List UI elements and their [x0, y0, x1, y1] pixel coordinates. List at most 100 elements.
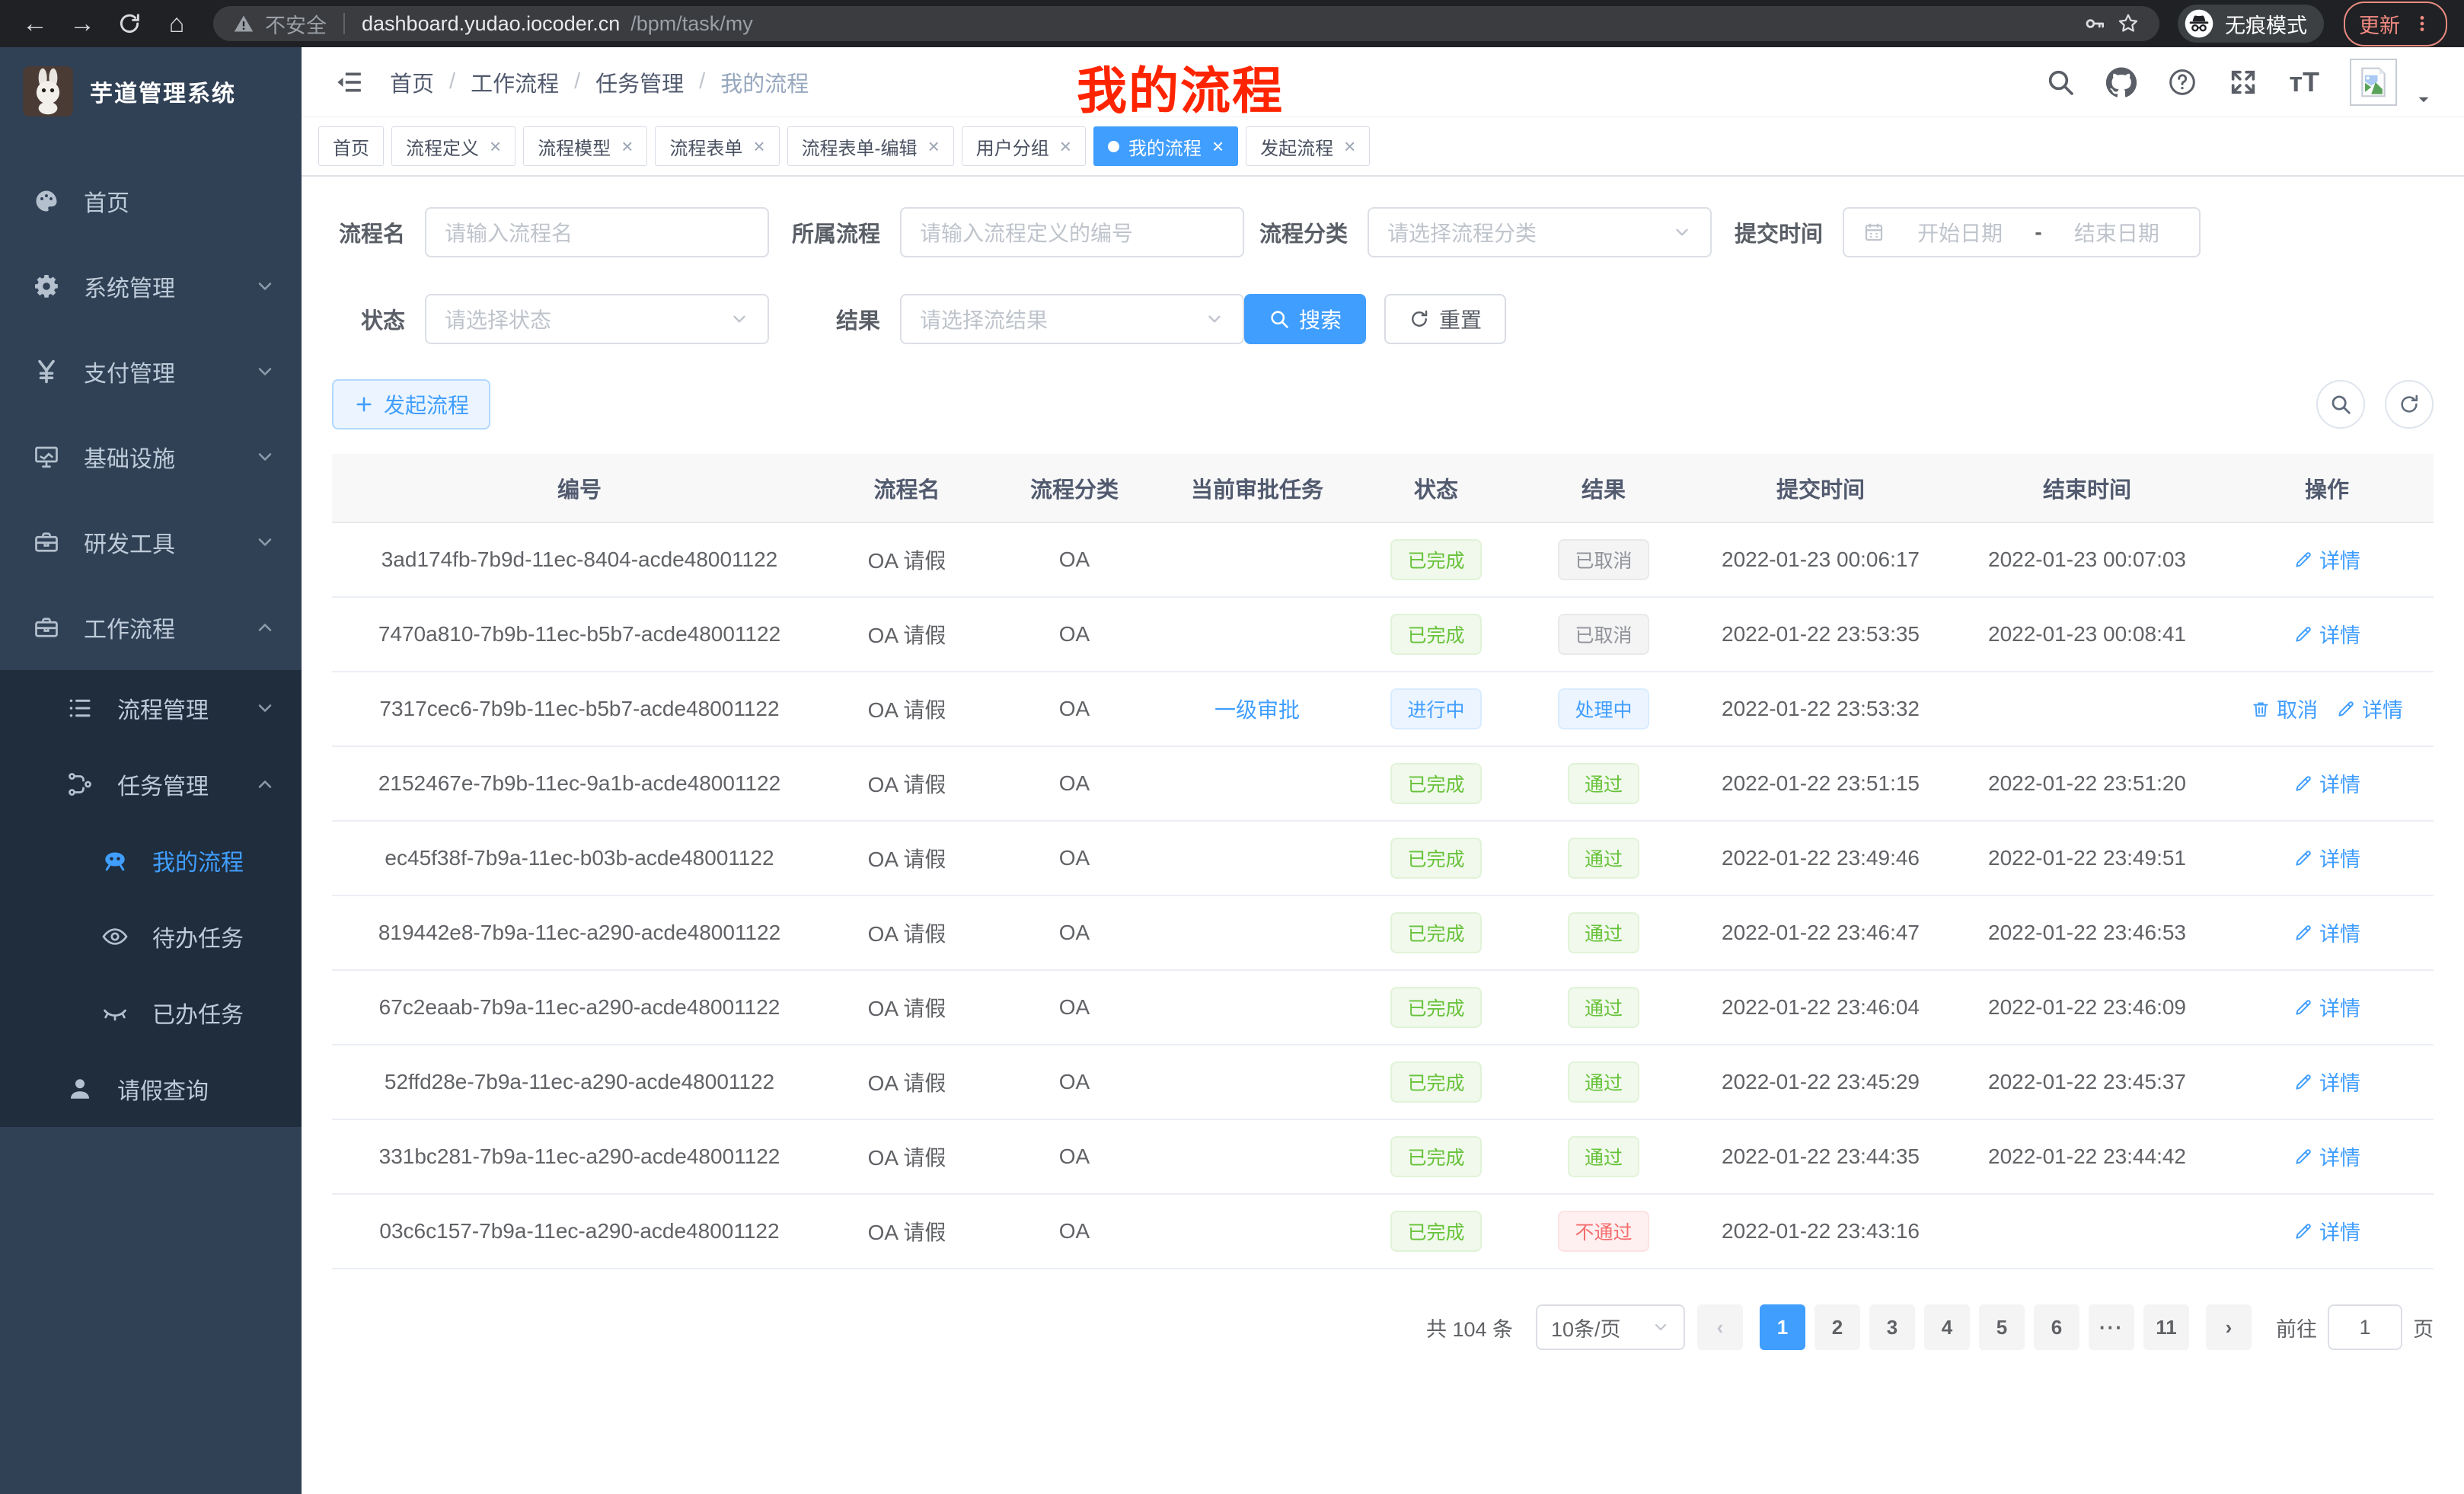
menu-dots-icon[interactable]: [2412, 14, 2432, 34]
tab-close-icon[interactable]: ×: [490, 135, 501, 158]
next-page-button[interactable]: ›: [2206, 1304, 2252, 1350]
sidebar-item-system[interactable]: 系统管理: [0, 244, 302, 329]
reset-button[interactable]: 重置: [1384, 294, 1506, 344]
font-size-icon[interactable]: ᴛT: [2289, 66, 2319, 98]
sidebar-logo-row[interactable]: 芋道管理系统: [0, 47, 302, 136]
cancel-link[interactable]: 取消: [2251, 694, 2318, 723]
edit-icon: [2293, 1147, 2313, 1167]
fullscreen-icon[interactable]: [2228, 67, 2258, 97]
chevron-up-icon: [254, 774, 276, 795]
active-tab-dot: [1108, 141, 1119, 152]
detail-link[interactable]: 详情: [2293, 544, 2360, 574]
sidebar-item-task-mgmt[interactable]: 任务管理: [0, 746, 302, 822]
detail-link[interactable]: 详情: [2336, 694, 2403, 723]
search-button[interactable]: 搜索: [1244, 294, 1366, 344]
address-bar[interactable]: 不安全 dashboard.yudao.iocoder.cn/bpm/task/…: [213, 6, 2159, 41]
sidebar-item-my-process[interactable]: 我的流程: [0, 822, 302, 899]
sidebar-item-devtools[interactable]: 研发工具: [0, 500, 302, 585]
page-button-6[interactable]: 6: [2034, 1304, 2079, 1350]
tab-5[interactable]: 用户分组×: [962, 126, 1086, 166]
tab-close-icon[interactable]: ×: [753, 135, 764, 158]
tab-close-icon[interactable]: ×: [1212, 135, 1224, 158]
page-size-select[interactable]: 10条/页: [1536, 1304, 1685, 1350]
key-icon[interactable]: [2083, 12, 2106, 35]
column-header: 提交时间: [1687, 454, 1954, 522]
tab-close-icon[interactable]: ×: [1344, 135, 1355, 158]
status-select[interactable]: 请选择状态: [425, 294, 769, 344]
tab-close-icon[interactable]: ×: [621, 135, 633, 158]
cell-status: 已完成: [1352, 970, 1520, 1045]
update-chrome-button[interactable]: 更新: [2344, 2, 2447, 46]
prev-page-button[interactable]: ‹: [1697, 1304, 1743, 1350]
sidebar-item-todo-task[interactable]: 待办任务: [0, 899, 302, 975]
breadcrumb-workflow[interactable]: 工作流程: [471, 66, 559, 98]
sidebar-item-process-mgmt[interactable]: 流程管理: [0, 670, 302, 746]
link-label: 取消: [2277, 694, 2318, 723]
status-badge: 已完成: [1390, 1136, 1481, 1177]
sidebar-item-workflow[interactable]: 工作流程: [0, 585, 302, 670]
detail-link[interactable]: 详情: [2293, 768, 2360, 798]
toggle-search-button[interactable]: [2316, 380, 2365, 429]
column-header: 状态: [1352, 454, 1520, 522]
page-button-5[interactable]: 5: [1979, 1304, 2025, 1350]
detail-link[interactable]: 详情: [2293, 1216, 2360, 1246]
detail-link[interactable]: 详情: [2293, 843, 2360, 873]
breadcrumb-separator: /: [574, 69, 580, 94]
tab-3[interactable]: 流程表单×: [655, 126, 779, 166]
column-header: 结束时间: [1954, 454, 2220, 522]
tab-4[interactable]: 流程表单-编辑×: [787, 126, 954, 166]
current-task-link[interactable]: 一级审批: [1214, 698, 1300, 722]
table-row: 67c2eaab-7b9a-11ec-a290-acde48001122OA 请…: [332, 970, 2434, 1045]
tab-close-icon[interactable]: ×: [1060, 135, 1071, 158]
avatar[interactable]: [2350, 59, 2397, 106]
forward-icon[interactable]: →: [64, 5, 101, 42]
process-name-input[interactable]: 请输入流程名: [425, 207, 769, 257]
search-icon[interactable]: [2045, 67, 2076, 97]
goto-suffix: 页: [2413, 1313, 2434, 1342]
filter-form: 流程名 请输入流程名 所属流程 请输入流程定义的编号 流程分类 请选择流程分类 …: [332, 207, 2434, 344]
result-badge: 通过: [1568, 1136, 1639, 1177]
refresh-table-button[interactable]: [2385, 380, 2434, 429]
detail-link[interactable]: 详情: [2293, 619, 2360, 649]
help-icon[interactable]: [2167, 67, 2197, 97]
sidebar-item-infrastructure[interactable]: 基础设施: [0, 414, 302, 500]
page-button-4[interactable]: 4: [1924, 1304, 1970, 1350]
tab-6[interactable]: 我的流程×: [1093, 126, 1238, 166]
browser-chrome: ← → ⌂ 不安全 dashboard.yudao.iocoder.cn/bpm…: [0, 0, 2464, 47]
sidebar-item-home[interactable]: 首页: [0, 158, 302, 244]
page-button-1[interactable]: 1: [1760, 1304, 1805, 1350]
tab-2[interactable]: 流程模型×: [523, 126, 647, 166]
page-button-3[interactable]: 3: [1869, 1304, 1915, 1350]
breadcrumb-home[interactable]: 首页: [390, 66, 434, 98]
cell-process-name: OA 请假: [827, 895, 987, 970]
sidebar-toggle-icon[interactable]: [334, 67, 364, 97]
tab-1[interactable]: 流程定义×: [391, 126, 515, 166]
tab-7[interactable]: 发起流程×: [1246, 126, 1370, 166]
sidebar-item-done-task[interactable]: 已办任务: [0, 975, 302, 1051]
detail-link[interactable]: 详情: [2293, 992, 2360, 1022]
tab-0[interactable]: 首页: [318, 126, 384, 166]
bookmark-star-icon[interactable]: [2117, 12, 2140, 35]
reload-icon[interactable]: [111, 5, 148, 42]
create-process-button[interactable]: 发起流程: [332, 379, 490, 429]
cell-current-task: [1162, 970, 1352, 1045]
detail-link[interactable]: 详情: [2293, 1067, 2360, 1097]
back-icon[interactable]: ←: [17, 5, 53, 42]
submit-time-range-picker[interactable]: 开始日期 - 结束日期: [1843, 207, 2201, 257]
sidebar-item-payment[interactable]: 支付管理: [0, 329, 302, 414]
home-icon[interactable]: ⌂: [158, 5, 195, 42]
detail-link[interactable]: 详情: [2293, 1141, 2360, 1171]
sidebar-item-leave-query[interactable]: 请假查询: [0, 1051, 302, 1127]
tab-close-icon[interactable]: ×: [928, 135, 940, 158]
table-row: 52ffd28e-7b9a-11ec-a290-acde48001122OA 请…: [332, 1045, 2434, 1119]
detail-link[interactable]: 详情: [2293, 918, 2360, 947]
github-icon[interactable]: [2106, 67, 2137, 97]
category-select[interactable]: 请选择流程分类: [1368, 207, 1712, 257]
avatar-caret-icon[interactable]: [2415, 91, 2432, 108]
page-button-2[interactable]: 2: [1814, 1304, 1860, 1350]
process-definition-input[interactable]: 请输入流程定义的编号: [900, 207, 1244, 257]
breadcrumb-task-mgmt[interactable]: 任务管理: [595, 66, 684, 98]
goto-page-input[interactable]: 1: [2328, 1304, 2402, 1350]
result-select[interactable]: 请选择流结果: [900, 294, 1244, 344]
page-button-11[interactable]: 11: [2143, 1304, 2189, 1350]
